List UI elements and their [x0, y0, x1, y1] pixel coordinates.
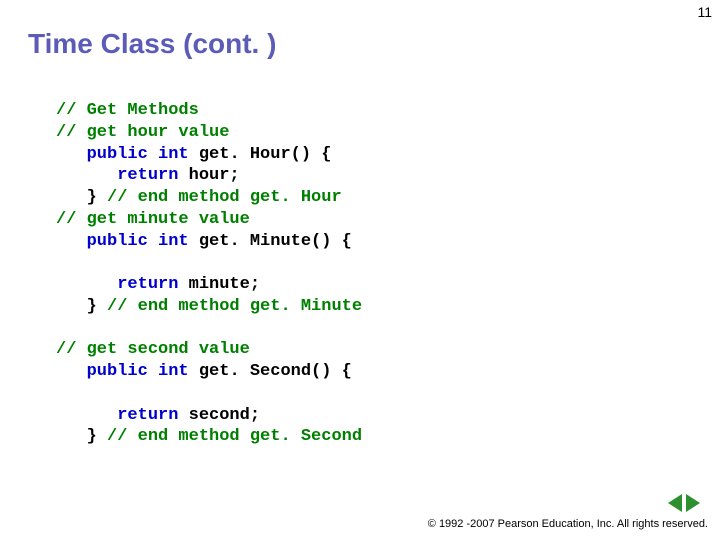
- slide-title: Time Class (cont. ): [28, 28, 276, 60]
- code-token: hour;: [178, 166, 239, 185]
- code-token: return: [56, 166, 178, 185]
- code-token: }: [56, 297, 107, 316]
- code-token: int: [148, 145, 189, 164]
- code-token: return: [56, 275, 178, 294]
- code-block: // Get Methods // get hour value public …: [56, 100, 362, 448]
- slide: 11 Time Class (cont. ) // Get Methods //…: [0, 0, 720, 540]
- code-line: // Get Methods: [56, 101, 199, 120]
- copyright-footer: © 1992 -2007 Pearson Education, Inc. All…: [428, 518, 708, 530]
- code-token: int: [148, 362, 189, 381]
- nav-controls: [668, 494, 700, 512]
- prev-icon[interactable]: [668, 494, 682, 512]
- code-line: // get minute value: [56, 210, 250, 229]
- code-token: // end method get. Hour: [107, 188, 342, 207]
- next-icon[interactable]: [686, 494, 700, 512]
- code-line: // get second value: [56, 340, 250, 359]
- code-token: }: [56, 427, 107, 446]
- code-token: }: [56, 188, 107, 207]
- code-token: get. Second() {: [189, 362, 352, 381]
- code-token: minute;: [178, 275, 260, 294]
- code-token: // end method get. Minute: [107, 297, 362, 316]
- code-token: public: [56, 232, 148, 251]
- code-token: return: [56, 406, 178, 425]
- code-token: public: [56, 362, 148, 381]
- code-token: // end method get. Second: [107, 427, 362, 446]
- code-token: second;: [178, 406, 260, 425]
- page-number: 11: [697, 4, 712, 20]
- code-token: public: [56, 145, 148, 164]
- code-token: int: [148, 232, 189, 251]
- code-token: get. Minute() {: [189, 232, 352, 251]
- code-token: get. Hour() {: [189, 145, 332, 164]
- code-line: // get hour value: [56, 123, 229, 142]
